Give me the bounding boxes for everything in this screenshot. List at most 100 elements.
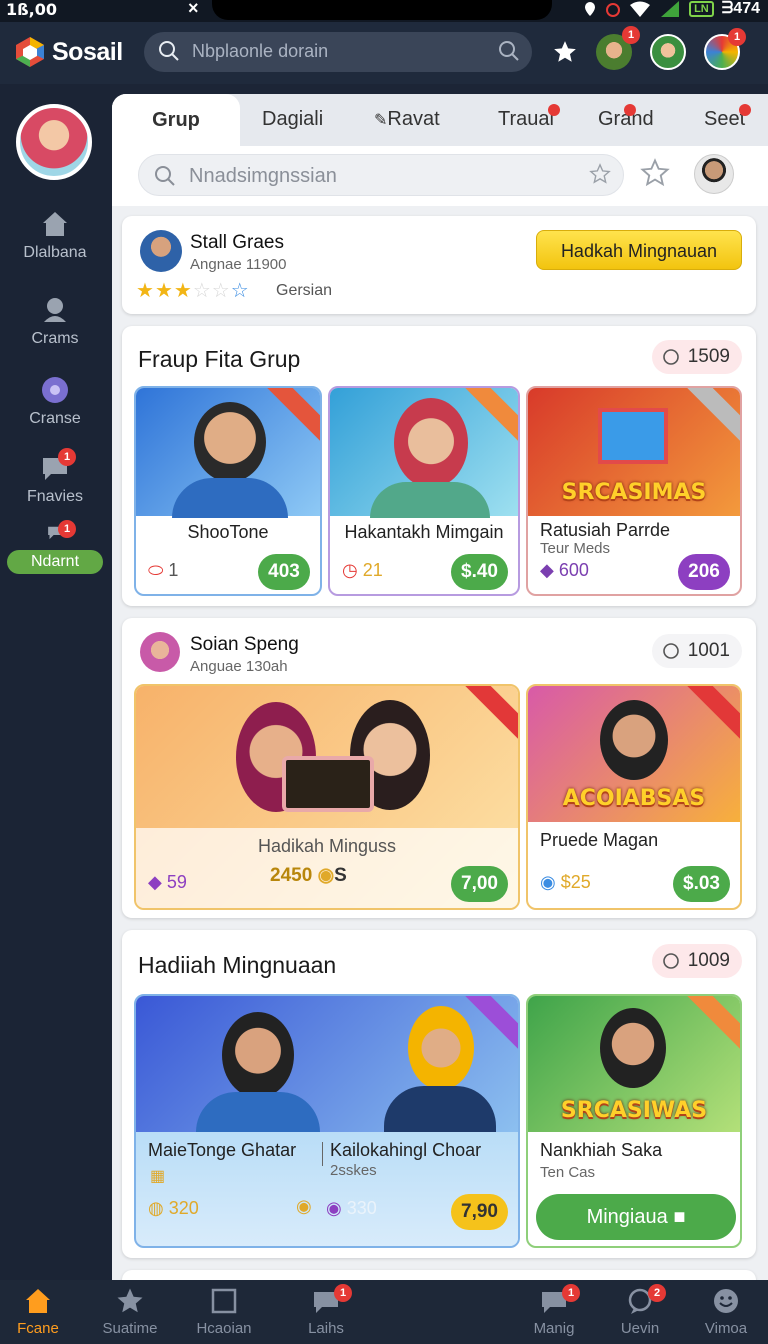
reward-card[interactable]: MaieTonge Ghatar ▦ Kailokahingl Choar 2s… (134, 994, 520, 1248)
search-input[interactable]: Nnadsimgnssian (138, 154, 624, 196)
card-banner: SRCASIWAS (560, 1098, 708, 1123)
sidebar-item-label: Dlalbana (23, 244, 87, 261)
star-icon[interactable] (552, 39, 578, 65)
tab-grup[interactable]: Grup (112, 94, 240, 146)
card-value: ◍ 320 (148, 1198, 199, 1219)
star-icon: ★ (136, 280, 155, 302)
sidebar-item-ndarnt[interactable]: 1 Ndarnt (0, 520, 110, 574)
group-card[interactable]: ShooTone ⬭ 1 403 (134, 386, 322, 596)
claim-button[interactable]: Mingiaua ■ (536, 1194, 736, 1240)
top-search-bar[interactable]: Nbplaonle dorain (144, 32, 532, 72)
gift-box-image (598, 408, 668, 464)
card-value-text: $25 (560, 872, 591, 892)
card-value-text: 600 (558, 560, 589, 580)
star-outline-icon[interactable] (640, 158, 670, 188)
comment-count[interactable]: 1001 (651, 634, 742, 668)
wifi-icon (630, 1, 651, 17)
avatar[interactable] (650, 34, 686, 70)
card-price-pill[interactable]: $.40 (451, 554, 508, 590)
nav-item-laihs[interactable]: 1 Laihs (276, 1284, 376, 1337)
sidebar-item-crams[interactable]: Crams (0, 294, 110, 348)
count-value: 1509 (687, 346, 730, 367)
tab-grand[interactable]: Grand (598, 104, 654, 131)
coin-icon: ◍ (148, 1198, 164, 1218)
button-label: Mingiaua (586, 1206, 668, 1228)
tab-label: Ravat (387, 108, 440, 130)
post-card[interactable]: ACOIABSAS Pruede Magan ◉ $25 $.03 (526, 684, 742, 910)
profile-avatar[interactable] (16, 104, 92, 180)
corner-ribbon (682, 686, 740, 742)
card-price-pill[interactable]: 7,90 (451, 1194, 508, 1230)
search-icon[interactable] (498, 40, 520, 62)
corner-ribbon (460, 388, 518, 444)
avatar[interactable] (140, 632, 180, 672)
sidebar-item-cranse[interactable]: Cranse (0, 374, 110, 428)
card-price-pill[interactable]: 7,00 (451, 866, 508, 902)
notification-badge: 1 (562, 1284, 580, 1302)
star-icon: ★ (154, 280, 174, 302)
sidebar-item-dlalbana[interactable]: Dlalbana (0, 208, 110, 262)
section-user-post: Soian Speng Anguae 130ah 1001 Hadikah Mi… (122, 618, 756, 918)
card-value-text: 330 (346, 1198, 377, 1218)
notification-badge: 1 (622, 26, 640, 44)
person-image (408, 1006, 474, 1090)
square-icon (211, 1288, 237, 1314)
star-outline-icon[interactable] (589, 163, 611, 185)
avatar[interactable] (694, 154, 734, 194)
person-image (222, 1012, 294, 1098)
nav-item-uevin[interactable]: 2 Uevin (590, 1284, 690, 1337)
card-image: ACOIABSAS (528, 686, 740, 822)
card-price-pill[interactable]: 403 (258, 554, 310, 590)
coin-icon: ▦ (150, 1168, 166, 1185)
card-banner: ACOIABSAS (562, 786, 706, 811)
group-card[interactable]: SRCASIMAS Ratusiah Parrde Teur Meds ◆ 60… (526, 386, 742, 596)
nav-item-fcane[interactable]: Fcane (0, 1286, 88, 1337)
card-title-secondary: Kailokahingl Choar (330, 1140, 482, 1160)
person-image (194, 402, 266, 482)
phone-image (282, 756, 374, 812)
nav-item-vimoa[interactable]: Vimoa (676, 1286, 768, 1337)
close-icon[interactable]: × (188, 0, 199, 19)
sidebar-item-label: Cranse (29, 410, 81, 427)
comment-count[interactable]: 1009 (651, 944, 742, 978)
gem-icon: ◆ (148, 872, 162, 892)
section-group-feed: Fraup Fita Grup 1509 ShooTone ⬭ 1 403 Ha… (122, 326, 756, 606)
nav-label: Uevin (620, 1320, 660, 1337)
card-price-pill[interactable]: $.03 (673, 866, 730, 902)
star-icon: ☆ (211, 280, 231, 302)
nav-item-suatime[interactable]: Suatime (80, 1286, 180, 1337)
card-value: ◆ 600 (540, 560, 589, 581)
smiley-icon (714, 1289, 738, 1313)
nav-label: Hcaoian (196, 1320, 252, 1337)
coin-icon: ◉ (317, 865, 335, 886)
group-card[interactable]: Hakantakh Mimgain ◷ 21 $.40 (328, 386, 520, 596)
primary-action-button[interactable]: Hadkah Mingnauan (536, 230, 742, 270)
nav-item-manig[interactable]: 1 Manig (504, 1284, 604, 1337)
notification-badge: 1 (58, 520, 76, 538)
avatar[interactable] (140, 230, 182, 272)
card-price-pill[interactable]: 206 (678, 554, 730, 590)
home-icon (43, 212, 67, 236)
app-logo-icon (16, 37, 44, 67)
sidebar-item-fnavies[interactable]: 1 Fnavies (0, 448, 110, 506)
tab-traual[interactable]: Traual (498, 104, 560, 131)
card-value-text: 59 (166, 872, 187, 892)
person-shirt (370, 482, 490, 518)
card-value-suffix: S (334, 865, 347, 886)
sidebar: Dlalbana Crams Cranse 1 Fnavies 1 Ndarnt (0, 84, 110, 1280)
card-banner: SRCASIMAS (561, 480, 707, 505)
avatar[interactable]: 1 (704, 28, 746, 70)
avatar[interactable]: 1 (596, 26, 640, 70)
sidebar-item-label: Ndarnt (6, 550, 104, 574)
comment-count[interactable]: 1509 (651, 340, 742, 374)
user-tag: Gersian (276, 282, 333, 299)
post-card[interactable]: Hadikah Minguss ◆ 59 2450 ◉S 7,00 (134, 684, 520, 910)
tab-dagiali[interactable]: Dagiali (262, 108, 323, 131)
top-search-placeholder: Nbplaonle dorain (192, 41, 329, 61)
tab-ravat[interactable]: ✎Ravat (374, 108, 440, 131)
user-card: Stall Graes Angnae 11900 ★★★☆☆☆ Gersian … (122, 216, 756, 314)
reward-card[interactable]: SRCASIWAS Nankhiah Saka Ten Cas Mingiaua… (526, 994, 742, 1248)
nav-item-hcaoian[interactable]: Hcaoian (174, 1286, 274, 1337)
rating-stars: ★★★☆☆☆ (136, 278, 250, 303)
tab-seet[interactable]: Seet (704, 104, 752, 131)
